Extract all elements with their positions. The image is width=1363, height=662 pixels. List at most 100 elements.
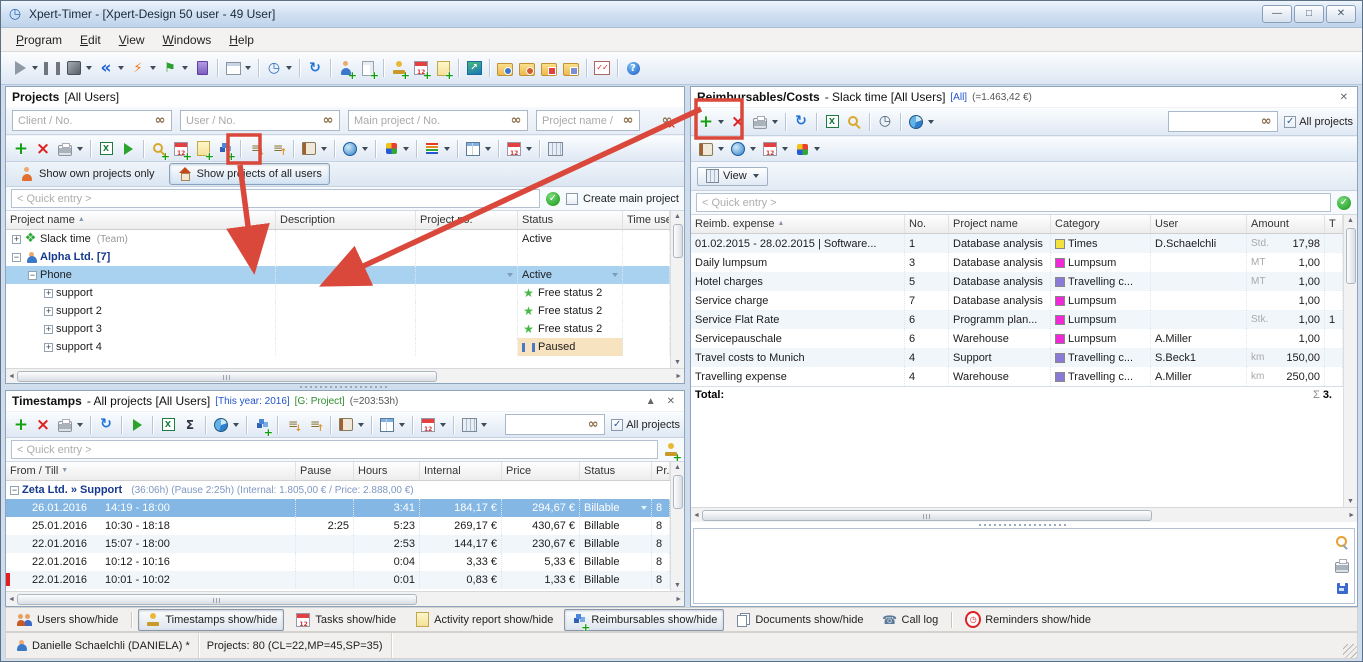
timestamps-search-input[interactable] [509,418,583,432]
toggle-show-own-projects-only[interactable]: Show own projects only [11,163,163,185]
dropdown-caret[interactable] [718,147,724,151]
folder-report-button[interactable] [560,58,582,78]
lightning-button[interactable] [127,58,159,78]
binoc-icon[interactable] [1258,114,1274,130]
column-header-no-[interactable]: No. [905,215,949,233]
dropdown-caret[interactable] [526,147,532,151]
table-button[interactable] [462,139,494,159]
reimbursable-row[interactable]: Servicepauschale6WarehouseLumpsumA.Mille… [691,329,1343,348]
column-header-time-use[interactable]: Time use [623,211,670,229]
dropdown-caret[interactable] [814,147,820,151]
column-header-t[interactable]: T [1325,215,1343,233]
filter-client-no-input[interactable] [16,114,150,128]
dropdown-caret[interactable] [750,147,756,151]
folder-user-button[interactable] [494,58,516,78]
calendar-add-button[interactable]: + [410,58,432,78]
refresh-button[interactable] [790,112,812,132]
resize-grip[interactable] [1343,644,1357,658]
document-add-button[interactable]: + [357,58,379,78]
project-row[interactable]: −Alpha Ltd. [7] [6,248,670,266]
globe-button[interactable] [727,139,759,159]
timestamp-row[interactable]: 22.01.201610:01 - 10:020:010,83 €1,33 €B… [6,571,670,589]
reimbursables-search-input[interactable] [1172,115,1256,129]
column-header-internal[interactable]: Internal [420,462,502,480]
scroll-thumb[interactable] [673,224,683,258]
delete-button[interactable] [32,415,54,435]
binoc-icon[interactable] [620,113,636,129]
sort-asc-button[interactable] [304,415,326,435]
dropdown-caret[interactable] [32,66,38,70]
dropdown-caret[interactable] [772,120,778,124]
project-row[interactable]: +supportFree status 2 [6,284,670,302]
play-green-button[interactable] [126,415,148,435]
add-button[interactable] [10,139,32,159]
dropdown-caret[interactable] [182,66,188,70]
expander[interactable]: + [12,235,21,244]
all-projects-checkbox[interactable]: ✓ [611,419,623,431]
close-icon[interactable]: ✕ [664,396,678,407]
book-button[interactable] [695,139,727,159]
scroll-thumb[interactable] [17,594,417,605]
project-row[interactable]: +Slack time(Team)Active [6,230,670,248]
key-add-button[interactable]: + [148,139,170,159]
expander[interactable]: + [44,307,53,316]
jump-back-button[interactable] [95,58,127,78]
scroll-left-arrow[interactable]: ◄ [693,510,700,521]
scroll-thumb[interactable] [1346,228,1356,284]
timestamp-row[interactable]: 22.01.201610:12 - 10:160:043,33 €5,33 €B… [6,553,670,571]
print-button[interactable] [54,139,86,159]
print-button[interactable] [54,415,86,435]
squares-button[interactable] [380,139,412,159]
binoc-icon[interactable] [320,113,336,129]
stopwatch-button[interactable] [874,112,896,132]
panel-toggle-activity-report-show-hide[interactable]: Activity report show/hide [407,609,560,631]
menu-item-windows[interactable]: Windows [154,30,221,50]
expander[interactable]: − [10,486,19,495]
dropdown-caret[interactable] [403,147,409,151]
menu-item-help[interactable]: Help [220,30,263,50]
timestamps-horizontal-scrollbar[interactable]: ◄ ► [6,591,684,606]
cubes-add-button[interactable]: + [214,139,236,159]
minimize-button[interactable]: — [1262,5,1292,23]
calendar12-button[interactable] [759,139,791,159]
add-button[interactable] [10,415,32,435]
scroll-up-arrow[interactable]: ▲ [674,211,681,222]
calendar-add-button[interactable]: + [170,139,192,159]
view-button[interactable]: View [697,167,768,186]
dropdown-caret[interactable] [233,423,239,427]
timestamps-quick-entry-input[interactable] [11,440,658,459]
clear-filters-button[interactable] [656,111,678,131]
dropdown-caret[interactable] [641,506,647,510]
menu-item-view[interactable]: View [110,30,154,50]
binoc-icon[interactable] [508,113,524,129]
dropdown-caret[interactable] [782,147,788,151]
column-header-status[interactable]: Status [580,462,652,480]
notes-add-button[interactable]: + [192,139,214,159]
column-header-status[interactable]: Status [518,211,623,229]
panel-toggle-documents-show-hide[interactable]: Documents show/hide [728,609,870,631]
dropdown-caret[interactable] [77,423,83,427]
expander[interactable]: + [44,343,53,352]
dropdown-caret[interactable] [245,66,251,70]
filter-main-project-no-input[interactable] [352,114,506,128]
expander[interactable]: − [28,271,37,280]
table-button[interactable] [376,415,408,435]
dropdown-caret[interactable] [286,66,292,70]
dropdown-caret[interactable] [440,423,446,427]
column-header-hours[interactable]: Hours [354,462,420,480]
timestamp-row[interactable]: 25.01.201610:30 - 18:182:255:23269,17 €4… [6,517,670,535]
scroll-left-arrow[interactable]: ◄ [8,371,15,382]
delete-button[interactable] [727,112,749,132]
timestamp-row[interactable]: 22.01.201615:07 - 18:002:53144,17 €230,6… [6,535,670,553]
column-header-from-till[interactable]: From / Till▼ [6,462,296,480]
refresh-button[interactable] [95,415,117,435]
play-green-button[interactable] [117,139,139,159]
project-row[interactable]: +support 2Free status 2 [6,302,670,320]
reimbursable-row[interactable]: 01.02.2015 - 28.02.2015 | Software...1Da… [691,234,1343,253]
menu-item-edit[interactable]: Edit [71,30,110,50]
column-header-amount[interactable]: Amount [1247,215,1325,233]
delete-button[interactable] [32,139,54,159]
project-row[interactable]: +support 3Free status 2 [6,320,670,338]
reimbursable-row[interactable]: Service charge7Database analysisLumpsum1… [691,291,1343,310]
excel-button[interactable] [821,112,843,132]
